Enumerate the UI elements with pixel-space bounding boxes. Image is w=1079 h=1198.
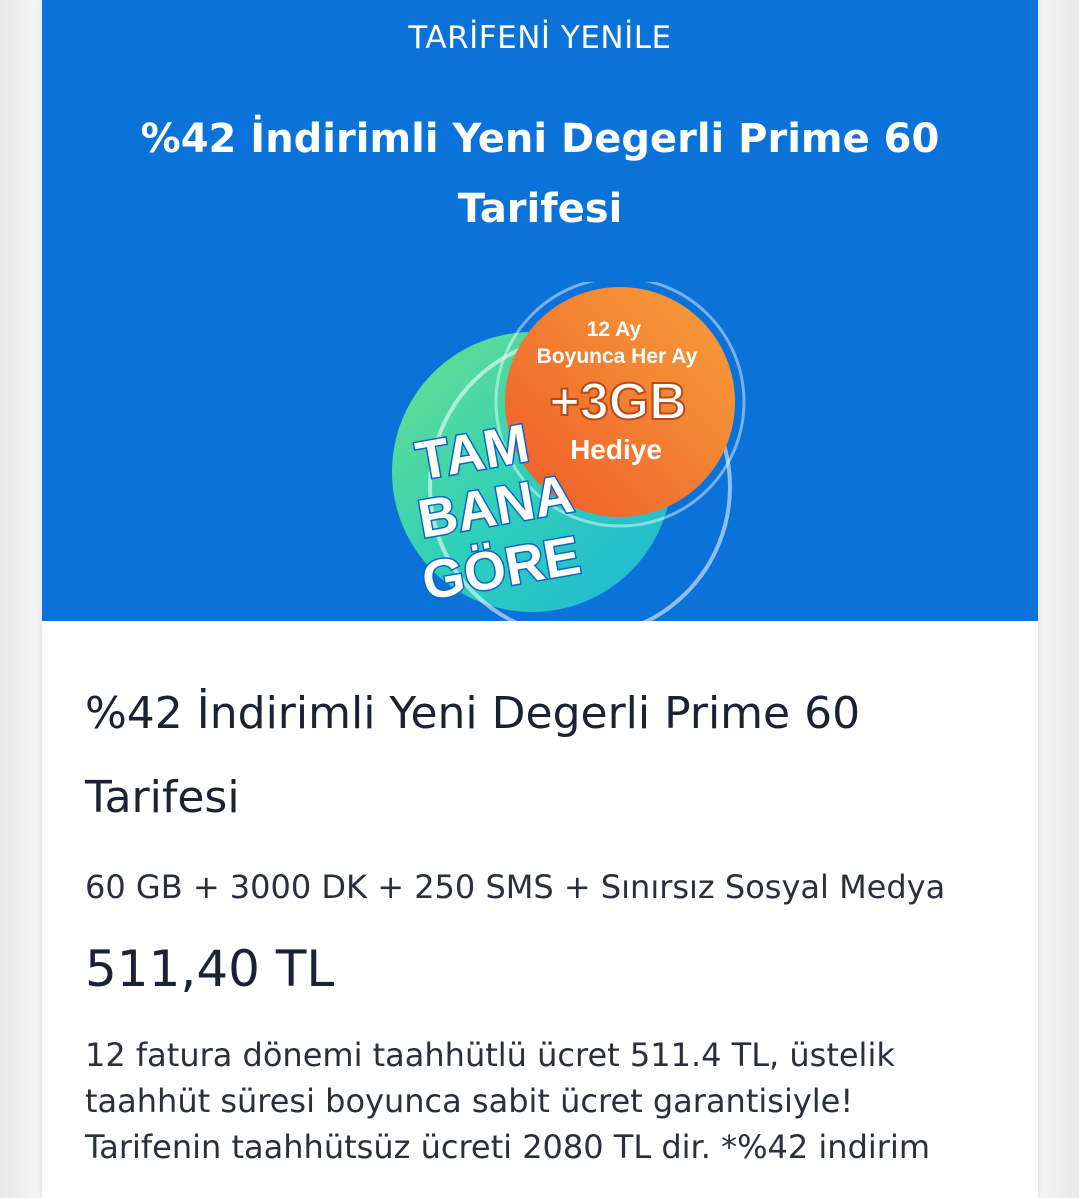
badge-line1: 12 Ay — [587, 318, 642, 341]
badge-gift: Hediye — [570, 434, 662, 465]
badge-amount: +3GB — [549, 373, 686, 431]
renew-tariff-label: TARİFENİ YENİLE — [408, 20, 672, 56]
plan-price: 511,40 TL — [85, 940, 335, 998]
hero-title: %42 İndirimli Yeni Degerli Prime 60 Tari… — [140, 116, 940, 232]
tam-bana-gore-badge: 12 Ay Boyunca Her Ay +3GB Hediye TAM BAN… — [392, 282, 746, 622]
plan-details: %42 İndirimli Yeni Degerli Prime 60 Tari… — [85, 672, 1005, 1170]
plan-name: %42 İndirimli Yeni Degerli Prime 60 Tari… — [85, 688, 861, 823]
page: TARİFENİ YENİLE %42 İndirimli Yeni Deger… — [0, 0, 1079, 1198]
hero-banner: TARİFENİ YENİLE %42 İndirimli Yeni Deger… — [42, 0, 1038, 622]
plan-description: 12 fatura dönemi taahhütlü ücret 511.4 T… — [85, 1036, 930, 1166]
tariff-card[interactable]: TARİFENİ YENİLE %42 İndirimli Yeni Deger… — [42, 0, 1038, 1198]
plan-features: 60 GB + 3000 DK + 250 SMS + Sınırsız Sos… — [85, 868, 946, 906]
badge-line2: Boyunca Her Ay — [537, 345, 698, 368]
